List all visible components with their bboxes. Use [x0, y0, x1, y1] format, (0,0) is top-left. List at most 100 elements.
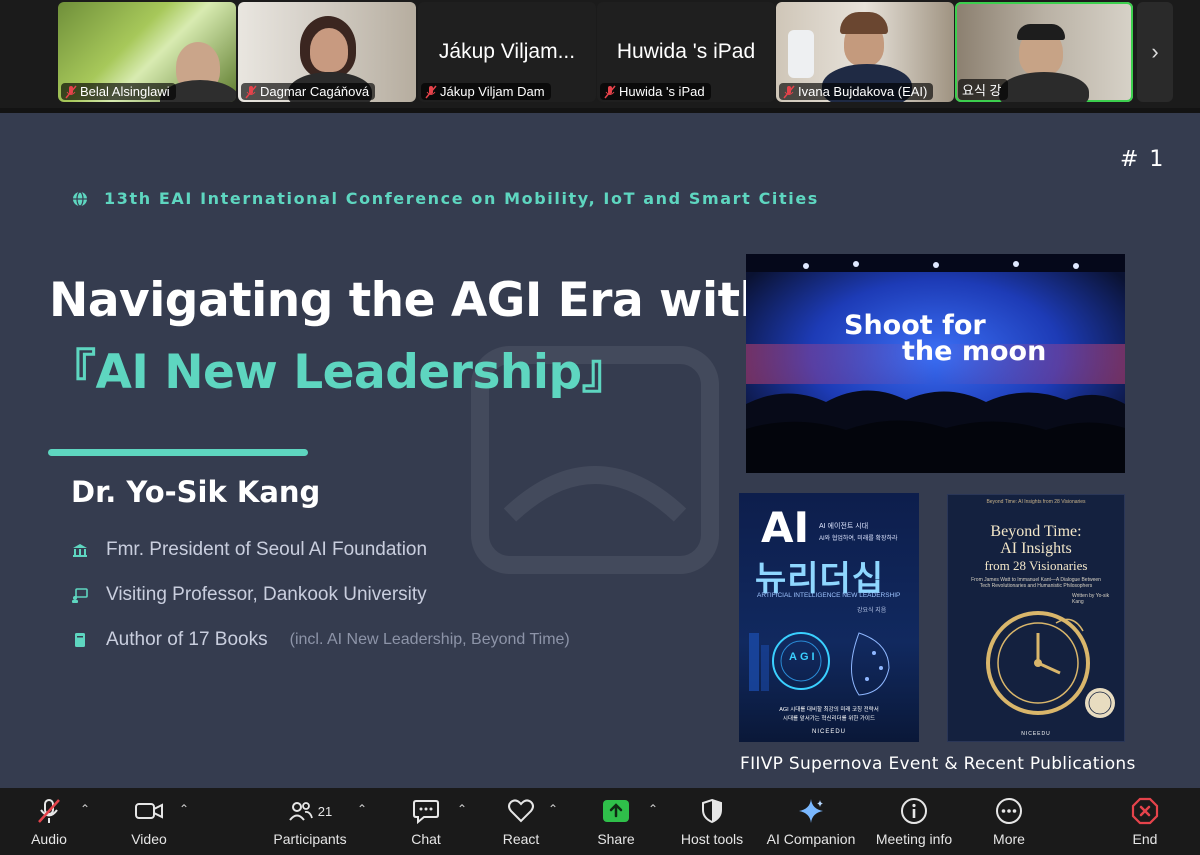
slide-title-line-2: 『AI New Leadership』 — [49, 345, 629, 400]
participant-video-lamp — [788, 30, 814, 78]
meeting-info-label: Meeting info — [875, 831, 953, 847]
book-agi-label: AGI — [789, 651, 818, 663]
meeting-info-button[interactable]: Meeting info — [869, 796, 959, 847]
book-cover-beyond-time: Beyond Time: AI Insights from 28 Visiona… — [947, 494, 1125, 742]
slide-title-line-1: Navigating the AGI Era with — [49, 273, 773, 328]
share-options-caret[interactable]: ⌃ — [648, 802, 658, 816]
bio-item: Author of 17 Books (incl. AI New Leaders… — [72, 629, 570, 651]
speaker-name: Dr. Yo-Sik Kang — [71, 475, 321, 509]
book-blurb: 시대를 앞서가는 혁신리더를 위한 가이드 — [782, 716, 876, 722]
conference-title: 13th EAI International Conference on Mob… — [104, 189, 819, 208]
video-camera-icon — [134, 796, 164, 826]
video-options-caret[interactable]: ⌃ — [179, 802, 189, 816]
participant-strip: Belal Alsinglawi Dagmar Cagáňová Jákup V… — [0, 0, 1200, 108]
participant-name: Huwida 's iPad — [600, 83, 711, 100]
bio-text: Visiting Professor, Dankook University — [106, 584, 427, 605]
react-options-caret[interactable]: ⌃ — [548, 802, 558, 816]
slide-number: # 1 — [1120, 147, 1166, 172]
book-tagline: AI와 협업하여, 미래를 확장하라 — [819, 536, 898, 542]
mic-muted-icon — [65, 85, 77, 98]
host-tools-button[interactable]: Host tools — [667, 796, 757, 847]
participant-video-face — [310, 28, 348, 72]
participant-name: Dagmar Cagáňová — [241, 83, 376, 100]
book-publisher: NICEEDU — [811, 729, 846, 735]
book-publisher: NICEEDU — [1021, 731, 1051, 737]
participants-label: Participants — [273, 831, 347, 847]
event-photo-text: the moon — [902, 336, 1047, 367]
end-meeting-button[interactable]: End — [1100, 796, 1190, 847]
video-label: Video — [131, 831, 167, 847]
book-subtitle: ARTIFICIAL INTELLIGENCE NEW LEADERSHIP — [757, 592, 901, 599]
book-title-ai: AI — [761, 503, 810, 552]
ai-companion-button[interactable]: AI Companion — [766, 796, 856, 847]
shield-icon — [700, 796, 724, 826]
mic-muted-icon — [783, 85, 795, 98]
book-title: AI Insights — [1000, 540, 1072, 557]
mic-muted-icon — [245, 85, 257, 98]
sparkle-icon — [797, 796, 825, 826]
mic-muted-icon — [425, 85, 437, 98]
book-blurb: AGI 시대를 대비할 최강의 미래 코칭 전략서 — [779, 707, 879, 713]
participant-tile[interactable]: Dagmar Cagáňová — [238, 2, 416, 102]
participant-video-hair — [1017, 24, 1065, 40]
book-subtitle: From James Watt to Immanuel Kant—A Dialo… — [971, 577, 1101, 589]
participant-name: Belal Alsinglawi — [61, 83, 176, 100]
clock-icon — [986, 611, 1090, 715]
chat-label: Chat — [411, 831, 441, 847]
participant-video-body — [999, 72, 1089, 102]
book-title: Beyond Time: — [990, 523, 1082, 540]
accent-divider — [48, 449, 308, 456]
participant-display-name: Huwida 's iPad — [616, 40, 756, 63]
close-icon — [1131, 796, 1159, 826]
book-cover-ai-new-leadership: AI AI 에이전트 시대 AI와 협업하여, 미래를 확장하라 뉴리더십 AR… — [739, 493, 919, 742]
participants-options-caret[interactable]: ⌃ — [357, 802, 367, 816]
share-label: Share — [597, 831, 635, 847]
mic-muted-icon — [35, 796, 63, 826]
bio-subtext: (incl. AI New Leadership, Beyond Time) — [289, 631, 570, 648]
bio-item: Fmr. President of Seoul AI Foundation — [72, 539, 427, 561]
bio-item: Visiting Professor, Dankook University — [72, 584, 427, 606]
participant-name: 요식 강 — [958, 79, 1008, 100]
more-button[interactable]: More — [964, 796, 1054, 847]
heart-icon — [507, 796, 535, 826]
participant-tile[interactable]: Ivana Bujdakova (EAI) — [776, 2, 954, 102]
bio-text: Fmr. President of Seoul AI Foundation — [106, 539, 428, 560]
meeting-toolbar: Audio ⌃ Video ⌃ 21 Participants ⌃ Chat ⌃… — [0, 788, 1200, 855]
more-label: More — [993, 831, 1025, 847]
next-page-button[interactable]: › — [1137, 2, 1173, 102]
participant-display-name: Jákup Viljam... — [438, 40, 576, 63]
seal-badge-icon — [1085, 688, 1115, 718]
participant-tile[interactable]: Belal Alsinglawi — [58, 2, 236, 102]
image-caption: FIIVP Supernova Event & Recent Publicati… — [740, 754, 1136, 774]
react-label: React — [502, 831, 540, 847]
participants-icon: 21 — [288, 796, 332, 826]
audio-label: Audio — [31, 831, 67, 847]
mic-muted-icon — [604, 85, 616, 98]
event-photo: Shoot for the moon — [746, 254, 1125, 473]
info-icon — [900, 796, 928, 826]
chat-icon — [412, 796, 440, 826]
ai-companion-label: AI Companion — [766, 831, 856, 847]
host-tools-label: Host tools — [680, 831, 744, 847]
participant-tile[interactable]: Huwida 's iPad Huwida 's iPad — [597, 2, 775, 102]
participant-name: Jákup Viljam Dam — [421, 83, 551, 100]
participants-count: 21 — [317, 803, 333, 819]
chat-options-caret[interactable]: ⌃ — [457, 802, 467, 816]
book-icon — [72, 632, 88, 648]
more-icon — [995, 796, 1023, 826]
globe-icon — [73, 190, 87, 207]
chevron-right-icon: › — [1151, 39, 1159, 64]
participant-name: Ivana Bujdakova (EAI) — [779, 83, 934, 100]
bio-text: Author of 17 Books — [106, 629, 268, 650]
book-cover-art — [749, 632, 890, 696]
participant-video-hair — [840, 12, 888, 34]
book-title: from 28 Visionaries — [984, 558, 1088, 573]
building-icon — [72, 542, 88, 558]
shared-slide: # 1 13th EAI International Conference on… — [0, 113, 1200, 788]
conference-banner: 13th EAI International Conference on Mob… — [72, 189, 819, 208]
participants-button[interactable]: 21 Participants — [265, 796, 355, 847]
participant-tile[interactable]: Jákup Viljam... Jákup Viljam Dam — [418, 2, 596, 102]
audio-options-caret[interactable]: ⌃ — [80, 802, 90, 816]
book-tagline: AI 에이전트 시대 — [819, 523, 869, 530]
participant-tile-active-speaker[interactable]: 요식 강 — [955, 2, 1133, 102]
